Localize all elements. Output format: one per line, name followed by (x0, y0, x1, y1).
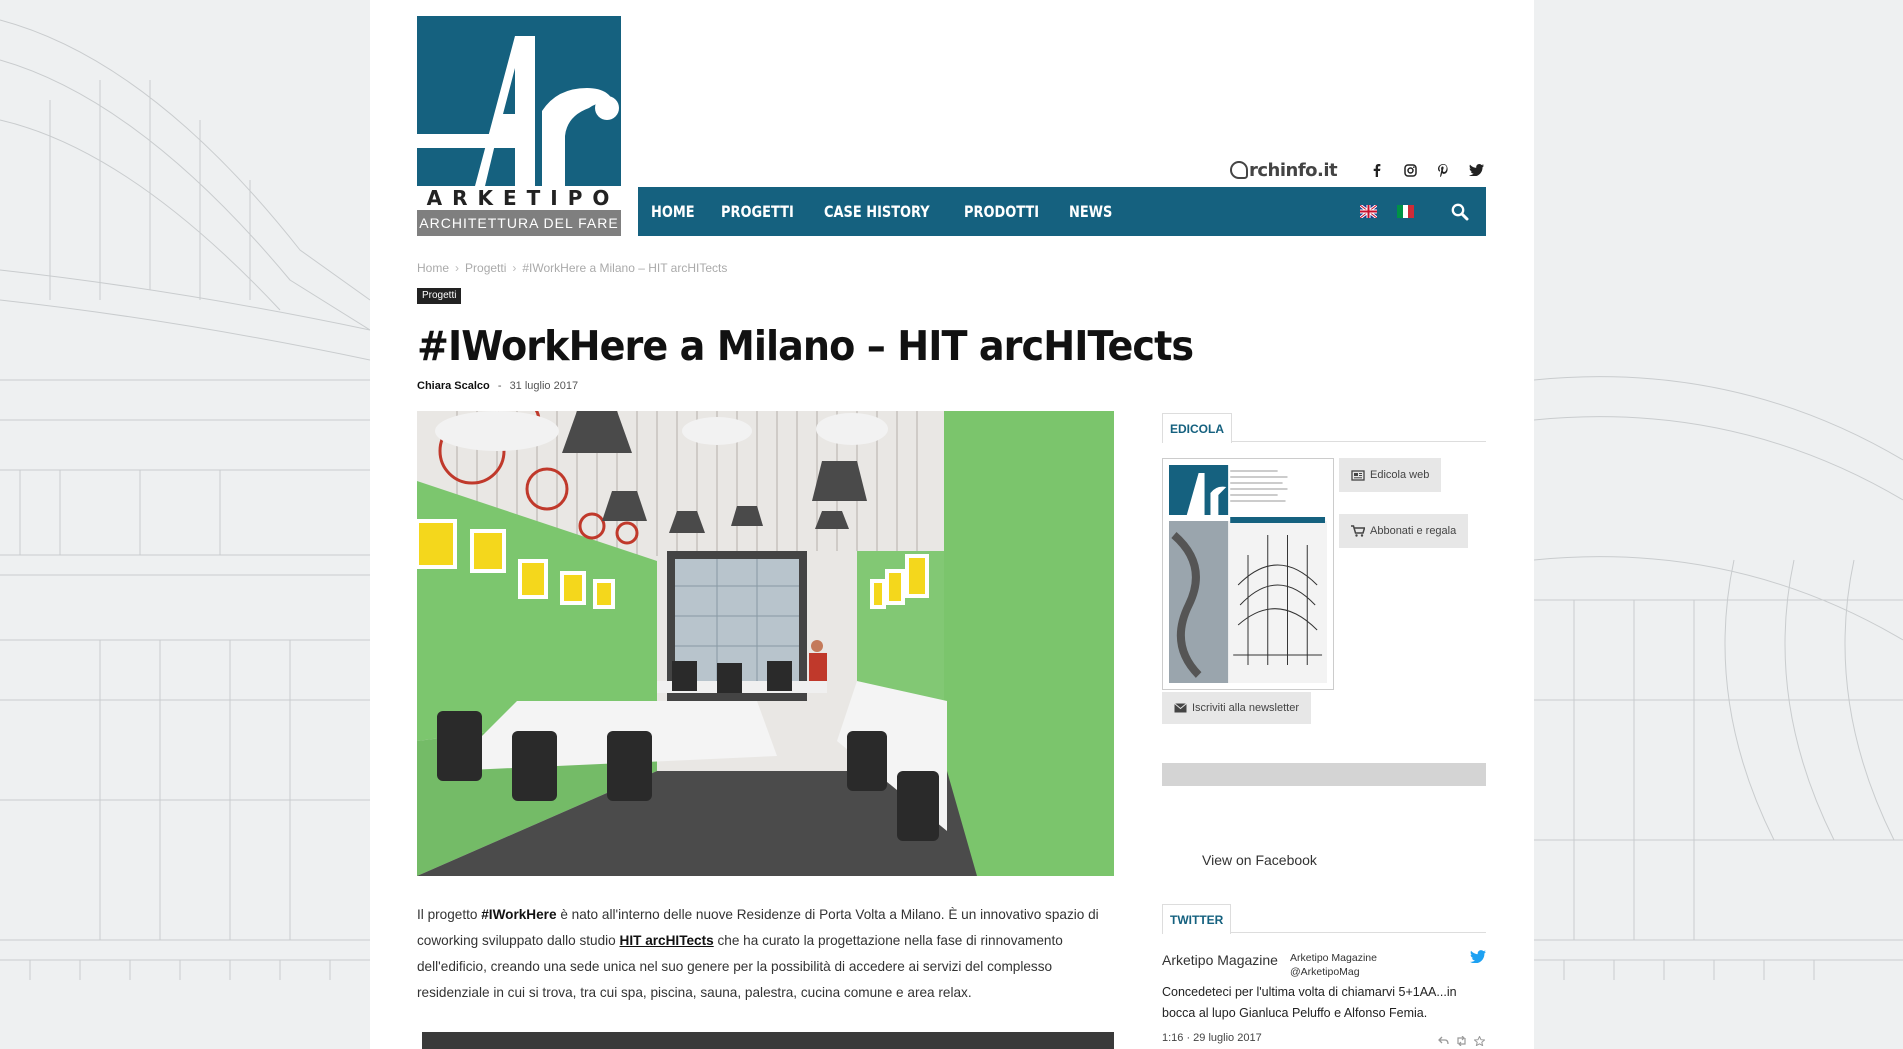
archinfo-label: rchinfo.it (1249, 159, 1338, 181)
instagram-icon[interactable] (1402, 162, 1418, 178)
arketipo-logo[interactable]: ARKETIPO ARCHITETTURA DEL FARE (417, 16, 621, 236)
nav-progetti[interactable]: PROGETTI (721, 202, 794, 221)
article-text-bold: #IWorkHere (481, 907, 557, 922)
social-links (1369, 162, 1484, 178)
tweet-text: Concedeteci per l'ultima volta di chiama… (1162, 985, 1457, 1020)
twitter-title: TWITTER (1162, 904, 1232, 934)
archinfo-link[interactable]: rchinfo.it (1230, 159, 1338, 181)
retweet-icon[interactable] (1455, 1033, 1468, 1049)
reply-icon[interactable] (1438, 1033, 1449, 1049)
magazine-cover[interactable] (1162, 458, 1334, 690)
view-on-facebook-link[interactable]: View on Facebook (1202, 852, 1317, 868)
main-nav: HOME PROGETTI CASE HISTORY PRODOTTI NEWS (638, 187, 1486, 236)
tweet-actions (1438, 1033, 1486, 1049)
edicola-header: EDICOLA (1162, 412, 1486, 443)
tweet-handle: @ArketipoMag (1290, 966, 1360, 978)
tweet-display-name: Arketipo Magazine (1290, 952, 1377, 964)
article-author[interactable]: Chiara Scalco (417, 380, 490, 392)
nav-prodotti[interactable]: PRODOTTI (964, 202, 1039, 221)
logo-tagline: ARCHITETTURA DEL FARE (417, 210, 621, 236)
abbonati-label: Abbonati e regala (1370, 525, 1457, 537)
second-image[interactable] (422, 1032, 1114, 1049)
abbonati-button[interactable]: Abbonati e regala (1339, 514, 1469, 548)
nav-case-history[interactable]: CASE HISTORY (824, 202, 930, 221)
edicola-web-button[interactable]: Edicola web (1339, 458, 1442, 492)
meta-separator: - (497, 380, 502, 392)
hero-image[interactable] (417, 411, 1114, 876)
edicola-web-label: Edicola web (1370, 469, 1430, 481)
envelope-icon (1174, 703, 1187, 713)
nav-right-tools (1359, 187, 1486, 236)
background-drawing-right (1534, 0, 1903, 1049)
nav-news[interactable]: NEWS (1069, 202, 1112, 221)
italy-flag-icon[interactable] (1397, 205, 1414, 218)
facebook-icon[interactable] (1369, 162, 1385, 178)
twitter-bird-icon[interactable] (1470, 950, 1486, 968)
search-icon (1451, 203, 1469, 220)
background-drawing-left (0, 0, 370, 1049)
edicola-title: EDICOLA (1162, 413, 1232, 443)
uk-flag-icon[interactable] (1359, 203, 1378, 220)
facebook-widget-bar (1162, 763, 1486, 786)
breadcrumb-separator: › (455, 261, 460, 275)
breadcrumb: Home › Progetti › #IWorkHere a Milano – … (417, 261, 727, 275)
category-badge[interactable]: Progetti (417, 288, 462, 304)
pinterest-icon[interactable] (1435, 162, 1451, 178)
article-date: 31 luglio 2017 (509, 380, 579, 392)
newsletter-button[interactable]: Iscriviti alla newsletter (1162, 692, 1311, 724)
newspaper-icon (1351, 469, 1365, 481)
archinfo-logo-icon (1230, 160, 1248, 179)
breadcrumb-home[interactable]: Home (417, 261, 449, 275)
header-top-right: rchinfo.it (1230, 157, 1560, 183)
search-button[interactable] (1434, 187, 1486, 236)
twitter-header: TWITTER (1162, 903, 1486, 934)
hit-architects-link[interactable]: HIT arcHITects (620, 933, 714, 948)
tweet-time[interactable]: 1:16 · 29 luglio 2017 (1162, 1032, 1262, 1044)
twitter-icon[interactable] (1468, 162, 1484, 178)
article-meta: Chiara Scalco - 31 luglio 2017 (417, 380, 578, 392)
article-paragraph: Il progetto #IWorkHere è nato all'intern… (417, 902, 1117, 1006)
page-container: ARKETIPO ARCHITETTURA DEL FARE rchinfo.i… (370, 0, 1534, 1049)
article-title: #IWorkHere a Milano – HIT arcHITects (417, 322, 1194, 370)
nav-home[interactable]: HOME (651, 202, 695, 221)
tweet-author-name[interactable]: Arketipo Magazine (1162, 952, 1278, 968)
breadcrumb-progetti[interactable]: Progetti (465, 261, 506, 275)
breadcrumb-current: #IWorkHere a Milano – HIT arcHITects (522, 261, 728, 275)
logo-mark (417, 16, 621, 186)
favorite-icon[interactable] (1473, 1033, 1486, 1049)
breadcrumb-separator: › (512, 261, 517, 275)
logo-name: ARKETIPO (426, 186, 620, 210)
newsletter-label: Iscriviti alla newsletter (1192, 702, 1299, 714)
article-text: Il progetto (417, 907, 482, 922)
cart-icon (1351, 525, 1365, 537)
tweet-author[interactable]: Arketipo Magazine @ArketipoMag (1290, 951, 1377, 979)
